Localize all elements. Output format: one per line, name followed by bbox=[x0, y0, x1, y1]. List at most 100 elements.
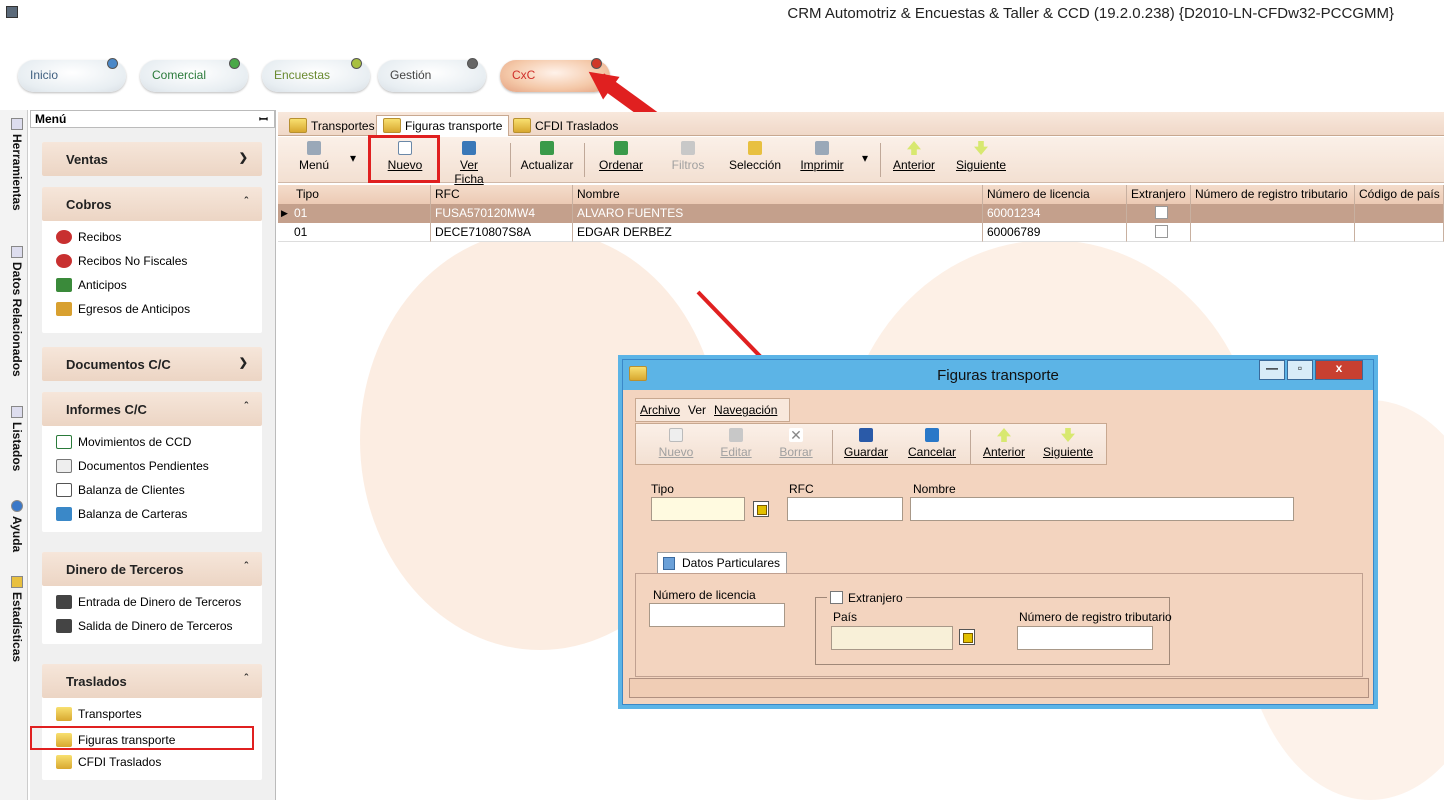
pin-icon[interactable]: ꟷ bbox=[259, 112, 268, 127]
col-registro-tributario[interactable]: Número de registro tributario bbox=[1191, 185, 1355, 204]
menu-item-balanza-clientes[interactable]: Balanza de Clientes bbox=[42, 478, 262, 502]
cancel-icon bbox=[925, 428, 939, 442]
table-row[interactable]: 01 DECE710807S8A EDGAR DERBEZ 60006789 bbox=[278, 223, 1444, 242]
module-gestion[interactable]: Gestión bbox=[378, 58, 486, 92]
dialog-statusbar bbox=[629, 678, 1369, 698]
app-icon bbox=[6, 6, 18, 18]
col-nombre[interactable]: Nombre bbox=[573, 185, 983, 204]
menu-item-entrada-dinero[interactable]: Entrada de Dinero de Terceros bbox=[42, 590, 262, 614]
minimize-button[interactable]: — bbox=[1259, 360, 1285, 380]
selection-icon bbox=[748, 141, 762, 155]
col-tipo[interactable]: Tipo bbox=[278, 185, 431, 204]
view-card-icon bbox=[462, 141, 476, 155]
dialog-nuevo-button[interactable]: Nuevo bbox=[656, 428, 696, 459]
siguiente-button[interactable]: Siguiente bbox=[954, 141, 1008, 172]
arrow-up-icon bbox=[997, 428, 1011, 442]
dialog-editar-button[interactable]: Editar bbox=[716, 428, 756, 459]
menu-navegacion[interactable]: Navegación bbox=[714, 403, 777, 417]
nombre-input[interactable] bbox=[910, 497, 1294, 521]
checkbox[interactable] bbox=[1155, 206, 1168, 219]
dialog-toolbar: Nuevo Editar ✕ Borrar Guardar Cancelar An… bbox=[635, 423, 1107, 465]
separator bbox=[584, 143, 585, 177]
group-header-dinero-terceros[interactable]: Dinero de Terceros ˆ bbox=[42, 552, 262, 586]
menu-item-salida-dinero[interactable]: Salida de Dinero de Terceros bbox=[42, 614, 262, 638]
actualizar-button[interactable]: Actualizar bbox=[520, 141, 574, 172]
licencia-input[interactable] bbox=[649, 603, 785, 627]
side-tab-datos-relacionados[interactable]: Datos Relacionados bbox=[2, 242, 26, 381]
menu-button[interactable]: Menú bbox=[294, 141, 334, 172]
dialog-borrar-button[interactable]: ✕ Borrar bbox=[776, 428, 816, 459]
tab-cfdi-traslados[interactable]: CFDI Traslados bbox=[506, 115, 625, 136]
anterior-button[interactable]: Anterior bbox=[892, 141, 936, 172]
side-tab-estadisticas[interactable]: Estadísticas bbox=[2, 572, 26, 666]
lookup-icon[interactable] bbox=[753, 501, 769, 517]
dropdown-arrow-icon: ▾ bbox=[861, 151, 869, 165]
menu-item-cfdi-traslados[interactable]: CFDI Traslados bbox=[42, 750, 262, 774]
save-icon bbox=[859, 428, 873, 442]
ordenar-button[interactable]: Ordenar bbox=[598, 141, 644, 172]
close-button[interactable]: x bbox=[1315, 360, 1363, 380]
maximize-button[interactable]: ▫ bbox=[1287, 360, 1313, 380]
ver-ficha-button[interactable]: Ver Ficha bbox=[444, 141, 494, 186]
extranjero-checkbox[interactable] bbox=[830, 591, 843, 604]
menu-header: Menú ꟷ bbox=[30, 110, 275, 128]
module-comercial[interactable]: Comercial bbox=[140, 58, 248, 92]
group-header-informes-cc[interactable]: Informes C/C ˆ bbox=[42, 392, 262, 426]
col-licencia[interactable]: Número de licencia bbox=[983, 185, 1127, 204]
print-dropdown-button[interactable]: ▾ bbox=[858, 151, 872, 165]
col-codigo-pais[interactable]: Código de país bbox=[1355, 185, 1444, 204]
filtros-button[interactable]: Filtros bbox=[668, 141, 708, 172]
document-tabs: Transportes Figuras transporte CFDI Tras… bbox=[278, 112, 1444, 136]
group-header-documentos-cc[interactable]: Documentos C/C ❯ bbox=[42, 347, 262, 381]
tipo-input[interactable] bbox=[651, 497, 745, 521]
menu-archivo[interactable]: Archivo bbox=[640, 403, 680, 417]
pais-input[interactable] bbox=[831, 626, 953, 650]
side-tab-listados[interactable]: Listados bbox=[2, 402, 26, 475]
menu-item-balanza-carteras[interactable]: Balanza de Carteras bbox=[42, 502, 262, 526]
registro-tributario-input[interactable] bbox=[1017, 626, 1153, 650]
tab-figuras-transporte[interactable]: Figuras transporte bbox=[376, 115, 510, 136]
menu-item-documentos-pendientes[interactable]: Documentos Pendientes bbox=[42, 454, 262, 478]
side-tab-herramientas[interactable]: Herramientas bbox=[2, 114, 26, 215]
dropdown-arrow-icon: ▾ bbox=[349, 151, 357, 165]
menu-item-transportes[interactable]: Transportes bbox=[42, 702, 262, 726]
cell-tipo: 01 bbox=[278, 223, 431, 242]
cell-pais bbox=[1355, 223, 1444, 242]
dialog-siguiente-button[interactable]: Siguiente bbox=[1040, 428, 1096, 459]
checkbox[interactable] bbox=[1155, 225, 1168, 238]
group-header-ventas[interactable]: Ventas ❯ bbox=[42, 142, 262, 176]
dialog-guardar-button[interactable]: Guardar bbox=[842, 428, 890, 459]
menu-item-recibos[interactable]: Recibos bbox=[42, 225, 262, 249]
movements-icon bbox=[56, 435, 72, 449]
col-rfc[interactable]: RFC bbox=[431, 185, 573, 204]
menu-item-anticipos[interactable]: Anticipos bbox=[42, 273, 262, 297]
menu-ver[interactable]: Ver bbox=[688, 403, 706, 417]
menu-dropdown-button[interactable]: ▾ bbox=[346, 151, 360, 165]
module-inicio[interactable]: Inicio bbox=[18, 58, 126, 92]
menu-item-recibos-no-fiscales[interactable]: Recibos No Fiscales bbox=[42, 249, 262, 273]
group-header-cobros[interactable]: Cobros ˆ bbox=[42, 187, 262, 221]
extranjero-checkbox-label[interactable]: Extranjero bbox=[827, 591, 906, 605]
money-icon bbox=[56, 278, 72, 292]
tab-datos-particulares[interactable]: Datos Particulares bbox=[657, 552, 788, 574]
dialog-cancelar-button[interactable]: Cancelar bbox=[906, 428, 958, 459]
imprimir-button[interactable]: Imprimir bbox=[798, 141, 846, 172]
table-row[interactable]: 01 FUSA570120MW4 ALVARO FUENTES 60001234 bbox=[278, 204, 1444, 223]
lookup-icon[interactable] bbox=[959, 629, 975, 645]
module-encuestas[interactable]: Encuestas bbox=[262, 58, 370, 92]
edit-icon bbox=[729, 428, 743, 442]
rfc-input[interactable] bbox=[787, 497, 903, 521]
col-extranjero[interactable]: Extranjero bbox=[1127, 185, 1191, 204]
menu-item-figuras-transporte[interactable]: Figuras transporte bbox=[30, 726, 254, 750]
document-icon bbox=[56, 459, 72, 473]
menu-item-movimientos-ccd[interactable]: Movimientos de CCD bbox=[42, 430, 262, 454]
label-tipo: Tipo bbox=[651, 482, 674, 496]
menu-item-egresos-anticipos[interactable]: Egresos de Anticipos bbox=[42, 297, 262, 321]
tab-transportes[interactable]: Transportes bbox=[282, 115, 382, 136]
seleccion-button[interactable]: Selección bbox=[726, 141, 784, 172]
cell-registro bbox=[1191, 204, 1355, 223]
stats-icon bbox=[11, 576, 23, 588]
side-tab-ayuda[interactable]: Ayuda bbox=[2, 496, 26, 556]
dialog-anterior-button[interactable]: Anterior bbox=[980, 428, 1028, 459]
group-header-traslados[interactable]: Traslados ˆ bbox=[42, 664, 262, 698]
